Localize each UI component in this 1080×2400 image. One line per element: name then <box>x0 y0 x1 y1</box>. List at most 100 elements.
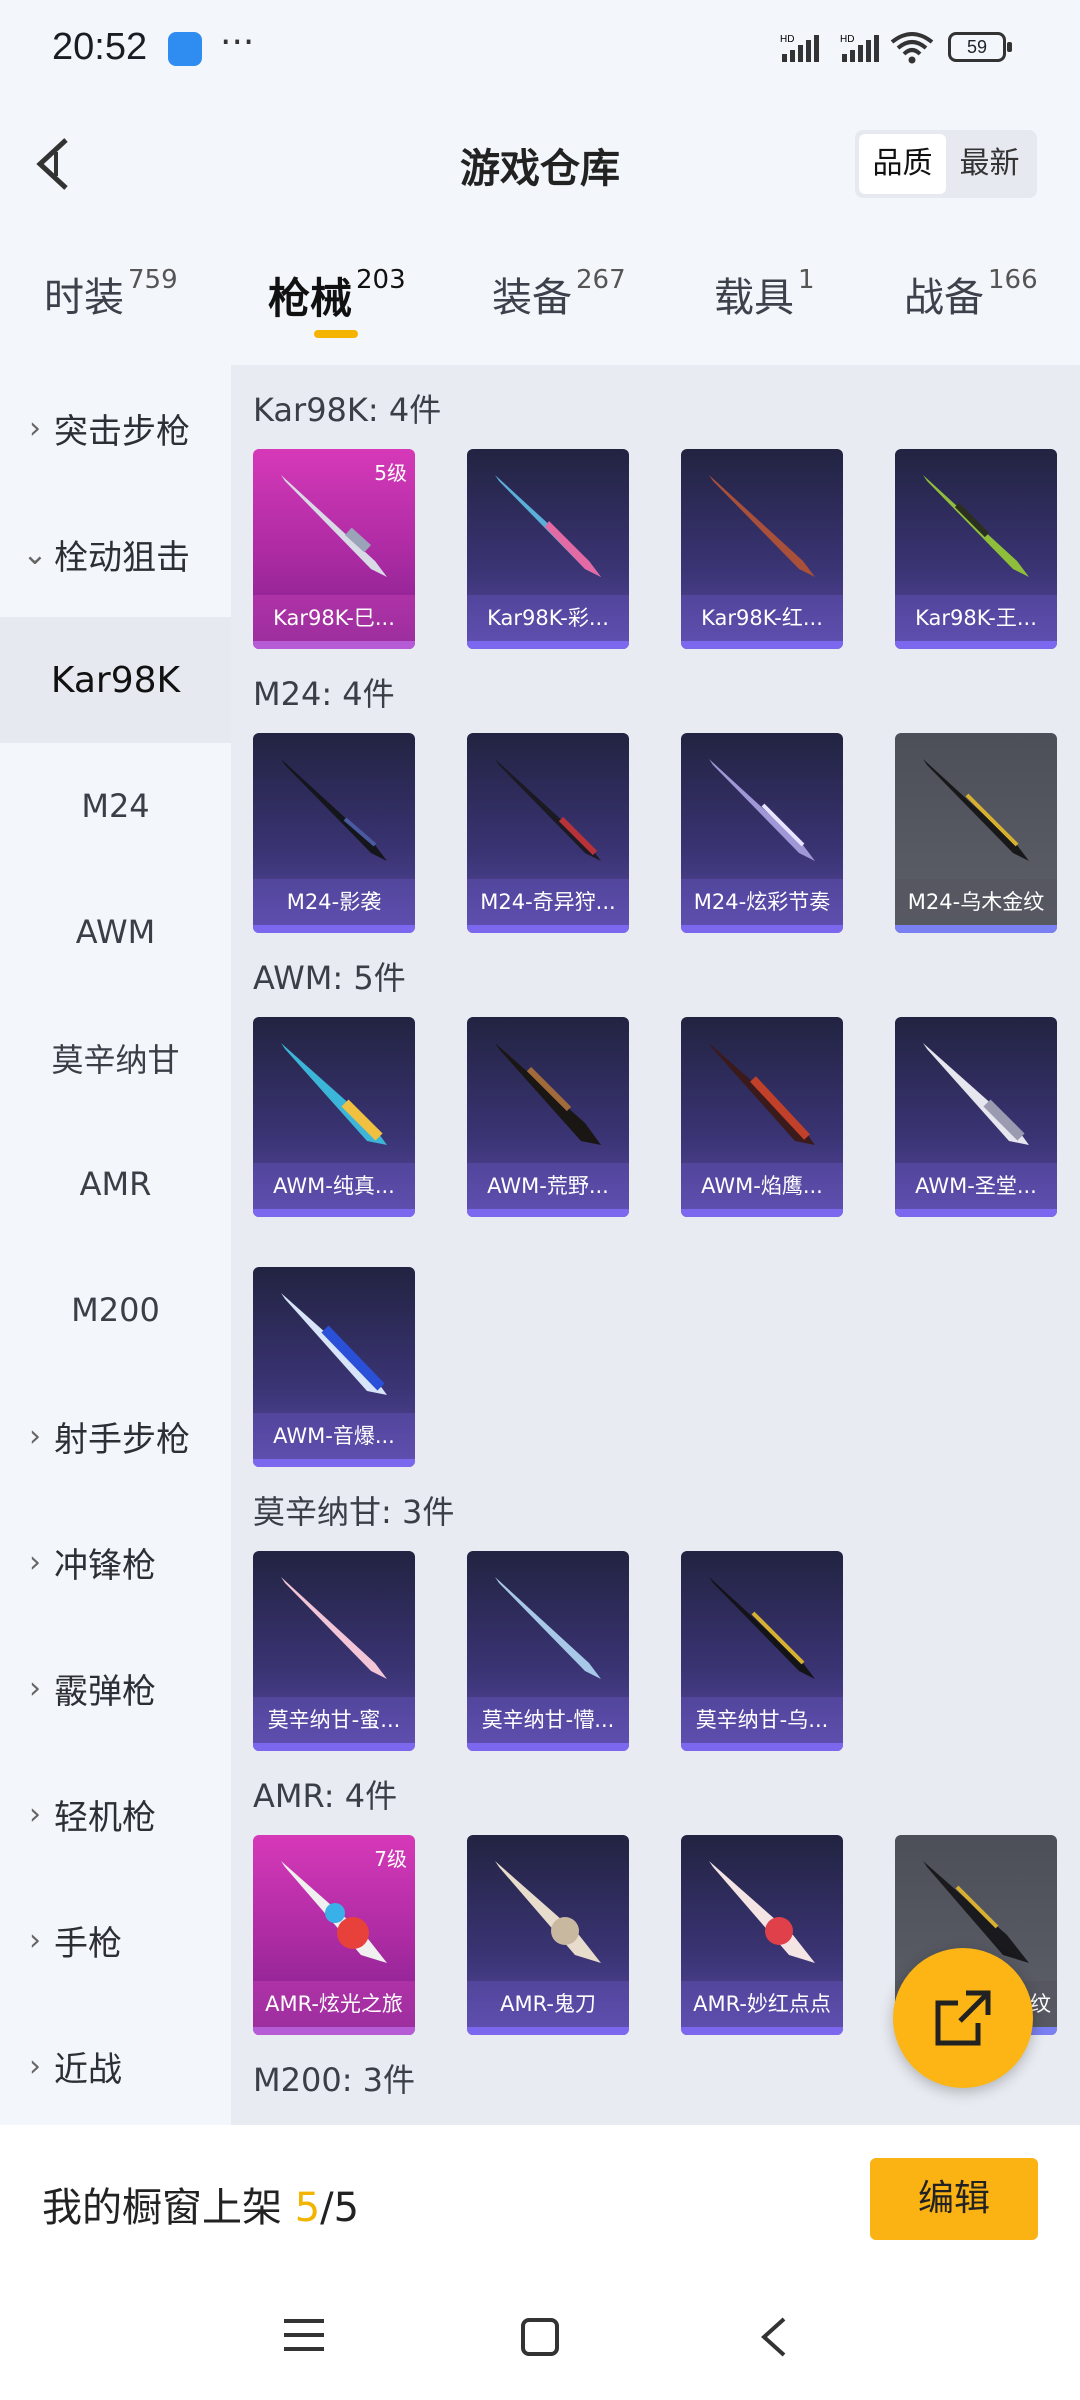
rifle-icon <box>495 759 601 861</box>
bottom-action-bar: 我的橱窗上架 5/5 编辑 <box>0 2125 1080 2275</box>
tab-guns[interactable]: 枪械 203 <box>268 265 406 326</box>
sort-latest-button[interactable]: 最新 <box>946 134 1033 194</box>
showcase-status: 我的橱窗上架 5/5 <box>42 2185 360 2231</box>
skin-card[interactable]: M24-乌木金纹 <box>895 733 1057 933</box>
sidebar-item-awm[interactable]: AWM <box>0 869 231 995</box>
menu-icon[interactable] <box>284 2317 324 2353</box>
skin-card[interactable]: AMR-鬼刀 <box>467 1835 629 2035</box>
skin-grid: Kar98K: 4件 5级 Kar98K-巳... Kar98K-彩... Ka… <box>231 365 1080 2125</box>
skin-name: Kar98K-巳... <box>253 595 415 641</box>
sidebar-item-shotgun[interactable]: › 霰弹枪 <box>0 1625 231 1751</box>
skin-card[interactable]: AWM-音爆... <box>253 1267 415 1467</box>
rifle-icon <box>923 759 1029 861</box>
sidebar-item-m24[interactable]: M24 <box>0 743 231 869</box>
skin-card[interactable]: 莫辛纳甘-乌... <box>681 1551 843 1751</box>
sort-toggle: 品质 最新 <box>855 130 1037 198</box>
skin-card[interactable]: AWM-焰鹰... <box>681 1017 843 1217</box>
skin-card[interactable]: AWM-荒野... <box>467 1017 629 1217</box>
showcase-used-count: 5 <box>294 2185 321 2231</box>
chevron-right-icon: › <box>29 1418 41 1454</box>
skin-name: Kar98K-王... <box>895 595 1057 641</box>
sort-quality-button[interactable]: 品质 <box>859 134 946 194</box>
rifle-icon <box>495 1043 601 1145</box>
skin-name: M24-奇异狩... <box>467 879 629 925</box>
skin-name: M24-影袭 <box>253 879 415 925</box>
chevron-right-icon: › <box>29 1796 41 1832</box>
skin-card[interactable]: AWM-圣堂... <box>895 1017 1057 1217</box>
rifle-icon <box>923 475 1029 577</box>
rifle-icon <box>281 759 387 861</box>
tab-fashion[interactable]: 时装 759 <box>44 265 178 323</box>
rifle-icon <box>923 1043 1029 1145</box>
skin-name: AWM-圣堂... <box>895 1163 1057 1209</box>
skin-card[interactable]: AMR-妙红点点 <box>681 1835 843 2035</box>
skin-name: AWM-纯真... <box>253 1163 415 1209</box>
rifle-icon <box>281 1861 387 1963</box>
skin-card[interactable]: M24-奇异狩... <box>467 733 629 933</box>
rifle-icon <box>495 1861 601 1963</box>
skin-card[interactable]: 莫辛纳甘-蜜... <box>253 1551 415 1751</box>
chevron-right-icon: › <box>29 1922 41 1958</box>
app-notification-icon <box>168 32 202 66</box>
sidebar-item-lmg[interactable]: › 轻机枪 <box>0 1751 231 1877</box>
rifle-icon <box>281 1577 387 1679</box>
rifle-icon <box>281 1293 387 1395</box>
share-out-icon <box>935 1990 991 2046</box>
tab-battle-prep[interactable]: 战备 166 <box>904 265 1038 323</box>
skin-name: AMR-鬼刀 <box>467 1981 629 2027</box>
skin-card[interactable]: M24-影袭 <box>253 733 415 933</box>
share-button[interactable] <box>893 1948 1033 2088</box>
skin-card[interactable]: AWM-纯真... <box>253 1017 415 1217</box>
section-title-mosin: 莫辛纳甘: 3件 <box>253 1493 455 1531</box>
skin-card[interactable]: Kar98K-彩... <box>467 449 629 649</box>
clock: 20:52 <box>52 26 148 68</box>
skin-name: Kar98K-红... <box>681 595 843 641</box>
weapon-category-sidebar: › 突击步枪 ⌄ 栓动狙击 Kar98K M24 AWM 莫辛纳甘 AMR M200… <box>0 365 231 2125</box>
skin-card[interactable]: M24-炫彩节奏 <box>681 733 843 933</box>
sidebar-item-assault-rifle[interactable]: › 突击步枪 <box>0 365 231 491</box>
skin-name: AWM-焰鹰... <box>681 1163 843 1209</box>
skin-name: M24-炫彩节奏 <box>681 879 843 925</box>
back-icon[interactable] <box>758 2315 788 2359</box>
sidebar-item-smg[interactable]: › 冲锋枪 <box>0 1499 231 1625</box>
sidebar-item-pistol[interactable]: › 手枪 <box>0 1877 231 2003</box>
system-nav-bar <box>0 2275 1080 2400</box>
section-title-m200: M200: 3件 <box>253 2061 416 2099</box>
home-icon[interactable] <box>520 2317 560 2357</box>
showcase-total-count: /5 <box>320 2185 360 2231</box>
svg-text:HD: HD <box>840 34 854 45</box>
skin-name: AWM-荒野... <box>467 1163 629 1209</box>
skin-card[interactable]: Kar98K-王... <box>895 449 1057 649</box>
sidebar-item-m200[interactable]: M200 <box>0 1247 231 1373</box>
skin-name: 莫辛纳甘-蜜... <box>253 1697 415 1743</box>
svg-text:HD: HD <box>780 34 794 45</box>
edit-button[interactable]: 编辑 <box>870 2158 1038 2240</box>
skin-name: AMR-妙红点点 <box>681 1981 843 2027</box>
skin-name: AMR-炫光之旅 <box>253 1981 415 2027</box>
skin-card[interactable]: 5级 Kar98K-巳... <box>253 449 415 649</box>
skin-card[interactable]: 7级 AMR-炫光之旅 <box>253 1835 415 2035</box>
chevron-right-icon: › <box>29 1544 41 1580</box>
tab-equipment[interactable]: 装备 267 <box>492 265 626 323</box>
sidebar-item-amr[interactable]: AMR <box>0 1121 231 1247</box>
section-title-kar98k: Kar98K: 4件 <box>253 391 442 429</box>
tab-vehicles[interactable]: 载具 1 <box>714 265 815 323</box>
rifle-icon <box>709 1577 815 1679</box>
sidebar-item-bolt-sniper[interactable]: ⌄ 栓动狙击 <box>0 491 231 617</box>
sidebar-item-mosin[interactable]: 莫辛纳甘 <box>0 995 231 1121</box>
sidebar-item-dmr[interactable]: › 射手步枪 <box>0 1373 231 1499</box>
skin-card[interactable]: 莫辛纳甘-懵... <box>467 1551 629 1751</box>
active-tab-indicator <box>314 330 358 338</box>
sidebar-item-melee[interactable]: › 近战 <box>0 2003 231 2129</box>
rifle-icon <box>281 1043 387 1145</box>
skin-card[interactable]: Kar98K-红... <box>681 449 843 649</box>
skin-name: M24-乌木金纹 <box>895 879 1057 925</box>
battery-icon: 59 <box>948 32 1012 62</box>
status-bar: 20:52 ··· HD HD 59 <box>0 0 1080 100</box>
rifle-icon <box>709 475 815 577</box>
chevron-right-icon: › <box>29 410 41 446</box>
rifle-icon <box>709 1861 815 1963</box>
chevron-right-icon: › <box>29 2048 41 2084</box>
sidebar-item-kar98k[interactable]: Kar98K <box>0 617 231 743</box>
chevron-right-icon: › <box>29 1670 41 1706</box>
